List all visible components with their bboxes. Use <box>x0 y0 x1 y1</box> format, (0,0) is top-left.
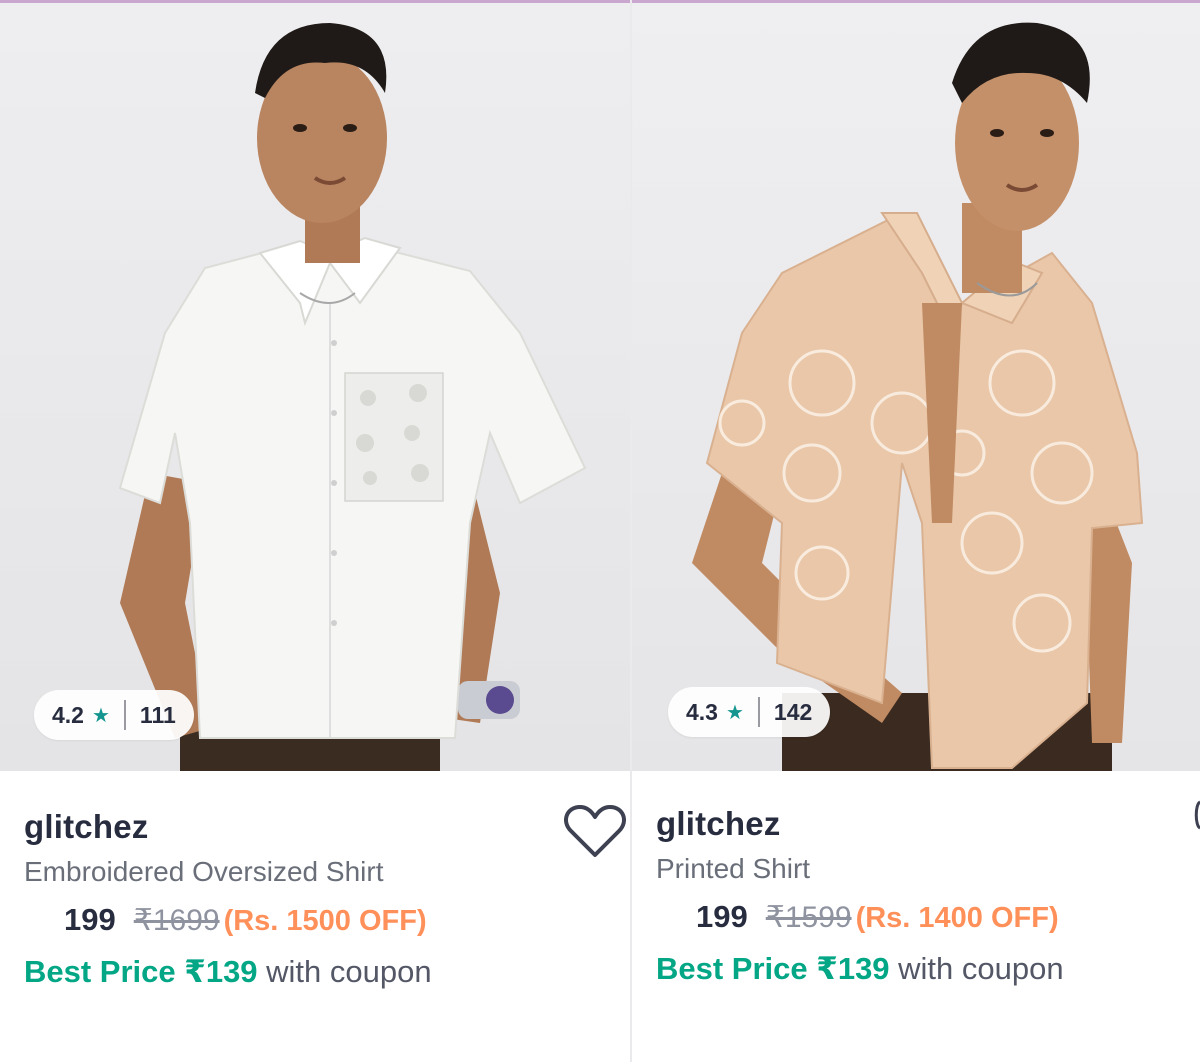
rating-separator <box>757 697 760 727</box>
price-row: 199 ₹1699 (Rs. 1500 OFF) <box>64 902 584 938</box>
rating-value: 4.2 <box>52 701 84 728</box>
discount-label: (Rs. 1500 OFF) <box>223 905 427 937</box>
product-info-1[interactable]: glitchez Embroidered Oversized Shirt 199… <box>24 808 584 990</box>
star-icon: ★ <box>91 704 110 727</box>
model-illustration-2 <box>692 22 1144 771</box>
heart-outline-icon[interactable] <box>563 803 627 859</box>
best-price-label: Best Price ₹139 <box>656 951 890 986</box>
discount-label: (Rs. 1400 OFF) <box>855 902 1059 934</box>
rating-separator <box>123 700 126 730</box>
best-price-suffix: with coupon <box>257 954 432 989</box>
selling-price: 199 <box>696 899 748 934</box>
product-info-2[interactable]: glitchez Printed Shirt 199 ₹1599 (Rs. 14… <box>656 805 1186 987</box>
star-icon: ★ <box>725 701 744 724</box>
price-row: 199 ₹1599 (Rs. 1400 OFF) <box>696 899 1186 935</box>
product-card-1[interactable]: 4.2 ★ 111 glitchez Embroidered Oversized… <box>0 3 630 1062</box>
best-price-suffix: with coupon <box>889 951 1064 986</box>
product-image-1[interactable] <box>0 3 630 771</box>
rating-badge: 4.3 ★ 142 <box>668 687 831 737</box>
best-price-row: Best Price ₹139 with coupon <box>656 951 1186 987</box>
product-name: Embroidered Oversized Shirt <box>24 856 384 887</box>
review-count: 111 <box>139 701 176 728</box>
original-price: ₹1599 <box>765 901 852 934</box>
original-price: ₹1699 <box>133 904 220 937</box>
best-price-row: Best Price ₹139 with coupon <box>24 954 584 990</box>
brand-name: glitchez <box>24 808 149 845</box>
product-name: Printed Shirt <box>656 853 811 884</box>
review-count: 142 <box>773 698 813 725</box>
model-illustration-1 <box>118 23 587 771</box>
rating-badge: 4.2 ★ 111 <box>34 690 194 740</box>
selling-price: 199 <box>64 902 116 937</box>
heart-outline-icon[interactable] <box>1194 800 1200 830</box>
product-image-2[interactable] <box>632 3 1200 771</box>
rating-value: 4.3 <box>686 698 718 725</box>
best-price-label: Best Price ₹139 <box>24 954 258 989</box>
brand-name: glitchez <box>656 805 781 842</box>
